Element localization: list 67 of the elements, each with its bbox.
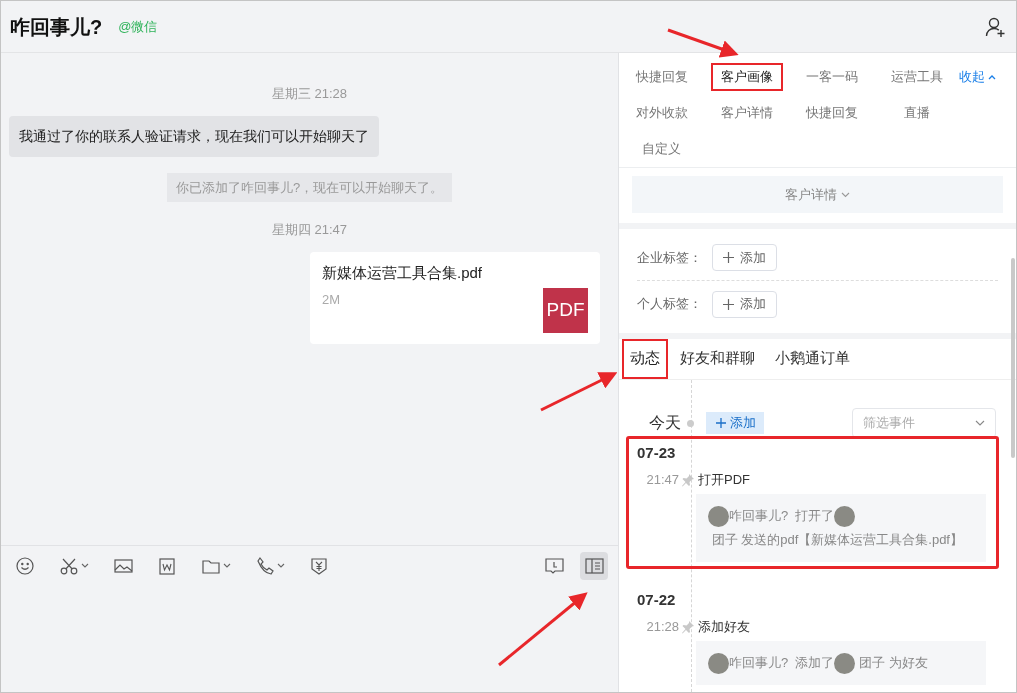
timestamp: 星期四 21:47 — [271, 221, 348, 239]
avatar — [708, 506, 729, 528]
file-size: 2M — [322, 291, 341, 309]
chat-title: 咋回事儿? — [10, 14, 103, 40]
date-label: 07-22 — [637, 590, 677, 610]
system-notice: 你已添加了咋回事儿?，现在可以开始聊天了。 — [166, 172, 453, 202]
detail-text: 团子 发送的pdf【新媒体运营工具合集.pdf】 — [710, 531, 963, 549]
avatar — [708, 653, 729, 675]
detail-text: 团子 为好友 — [858, 654, 928, 672]
collapse-button[interactable]: 收起 — [959, 63, 996, 91]
event-title: 添加好友 — [698, 618, 750, 637]
caret-icon — [81, 563, 89, 569]
shield-yen-icon — [309, 556, 329, 576]
pin-icon — [681, 620, 695, 634]
annotation-arrow — [667, 28, 739, 58]
event-title: 打开PDF — [698, 471, 750, 490]
avatar — [834, 506, 856, 528]
plus-icon — [723, 298, 734, 310]
file-card[interactable]: 新媒体运营工具合集.pdf 2M PDF — [310, 251, 600, 344]
tool-tab[interactable]: 直播 — [893, 99, 940, 127]
timeline-tab[interactable]: 小鹅通订单 — [767, 339, 858, 379]
file-name: 新媒体运营工具合集.pdf — [322, 262, 484, 283]
caret-icon — [277, 563, 285, 569]
timestamp: 星期三 21:28 — [271, 85, 348, 103]
tag-label: 企业标签： — [637, 248, 702, 267]
detail-text: 咋回事儿? 添加了 — [729, 654, 835, 672]
message-bubble: 我通过了你的联系人验证请求，现在我们可以开始聊天了 — [9, 115, 379, 157]
emoji-icon — [15, 556, 35, 576]
sidebar-icon — [584, 556, 604, 576]
date-label: 07-23 — [637, 443, 677, 463]
timeline-tab[interactable]: 好友和群聊 — [672, 339, 763, 379]
message-clock-icon — [544, 556, 564, 576]
event-time: 21:47 — [645, 471, 679, 490]
document-icon — [157, 556, 177, 576]
scissors-icon — [59, 556, 79, 576]
plus-icon — [723, 252, 734, 263]
caret-up-icon — [988, 74, 996, 80]
event-time: 21:28 — [645, 618, 679, 637]
add-tag-button[interactable]: 添加 — [712, 244, 777, 271]
caret-icon — [841, 191, 850, 198]
caret-icon — [975, 420, 985, 426]
pdf-file-icon: PDF — [543, 287, 588, 333]
scrollbar[interactable] — [1011, 258, 1015, 458]
pin-icon — [681, 473, 695, 487]
phone-icon — [255, 556, 275, 576]
add-tag-button[interactable]: 添加 — [712, 290, 777, 318]
tool-tab[interactable]: 对外收款 — [625, 99, 698, 127]
tool-tab[interactable]: 运营工具 — [880, 63, 953, 91]
caret-icon — [223, 563, 231, 569]
tool-tab[interactable]: 客户画像 — [710, 63, 783, 91]
image-icon — [113, 556, 133, 576]
tool-tab[interactable]: 自定义 — [632, 135, 691, 163]
tool-tab[interactable]: 快捷回复 — [625, 63, 698, 91]
timeline-tab[interactable]: 动态 — [622, 339, 668, 379]
plus-icon — [716, 418, 726, 428]
add-event-button[interactable]: 添加 — [706, 412, 764, 434]
source-label: @微信 — [118, 17, 158, 36]
tool-tab[interactable]: 快捷回复 — [795, 99, 868, 127]
tag-label: 个人标签： — [637, 295, 702, 314]
tool-tab[interactable]: 客户详情 — [710, 99, 783, 127]
customer-details-toggle[interactable]: 客户详情 — [632, 176, 1003, 213]
detail-text: 咋回事儿? 打开了 — [729, 507, 835, 525]
avatar — [834, 653, 856, 675]
add-contact-icon[interactable] — [985, 15, 1007, 38]
today-label: 今天 — [648, 413, 681, 433]
tool-tab[interactable]: 一客一码 — [795, 63, 868, 91]
toolbar-button[interactable] — [580, 552, 608, 580]
